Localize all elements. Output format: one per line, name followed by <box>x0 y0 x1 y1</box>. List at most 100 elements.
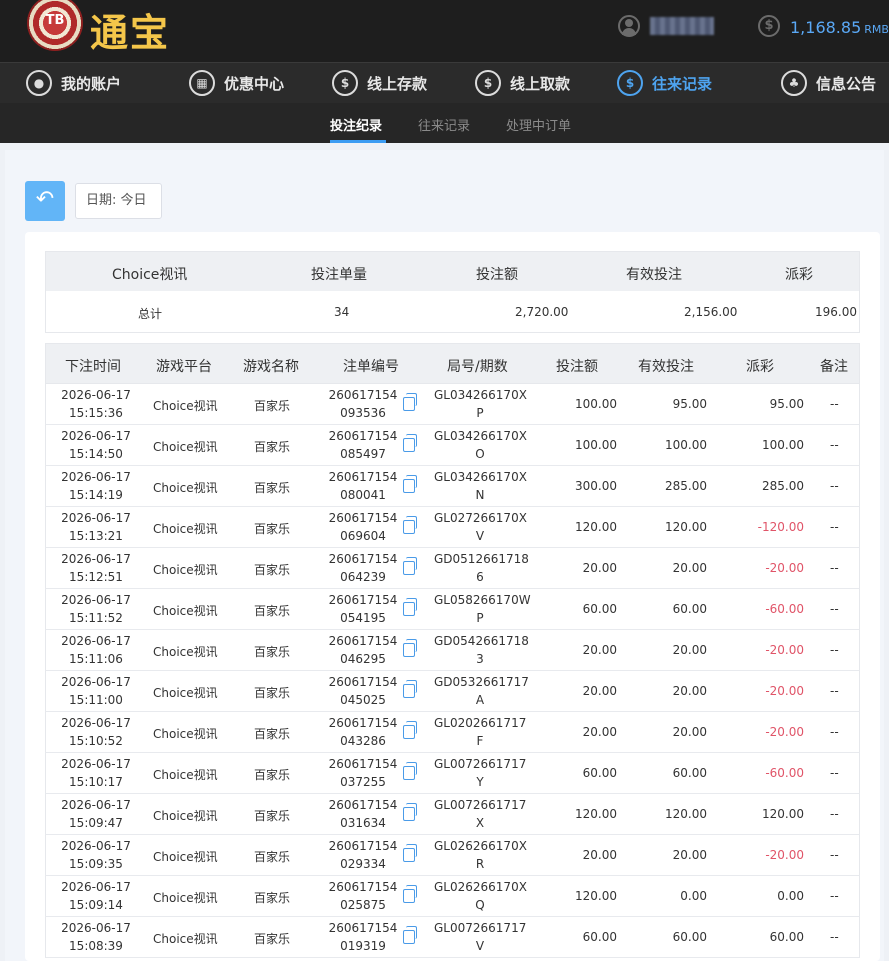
cell-round-line2: P <box>476 611 484 625</box>
cell-valid-bet: 95.00 <box>672 397 707 411</box>
cell-bet-id-line1: 260617154 <box>328 634 398 648</box>
cell-bet-id-line2: 029334 <box>340 857 386 871</box>
cell-date: 2026-06-17 <box>61 593 131 607</box>
cell-date: 2026-06-17 <box>61 839 131 853</box>
cell-round-line1: GD0532661717 <box>434 675 529 689</box>
cell-date: 2026-06-17 <box>61 634 131 648</box>
summary-total-label: 总计 <box>138 307 163 321</box>
cell-bet-amount: 60.00 <box>582 766 617 780</box>
cell-bet-time: 2026-06-17 15:10:52 <box>61 714 131 750</box>
cell-bet-time: 2026-06-17 15:11:52 <box>61 591 131 627</box>
cell-round: GL0072661717 X <box>434 796 526 832</box>
nav-item-my-account[interactable]: ● 我的账户 <box>26 69 121 97</box>
cell-valid-bet: 20.00 <box>672 725 707 739</box>
cell-round: GD0512661718 6 <box>434 550 529 586</box>
table-row: 2026-06-17 15:14:19 Choice视讯 百家乐 260617154 08… <box>45 466 860 507</box>
col-bet-time: 下注时间 <box>65 359 121 375</box>
cell-date: 2026-06-17 <box>61 716 131 730</box>
copy-icon[interactable] <box>403 557 417 575</box>
active-tab-underline <box>330 140 386 143</box>
summary-header: Choice视讯 投注单量 投注额 有效投注 派彩 <box>45 251 860 292</box>
nav-item-records[interactable]: $ 往来记录 <box>617 69 712 97</box>
cell-note: -- <box>830 684 839 698</box>
cell-note: -- <box>830 848 839 862</box>
cell-bet-id-line2: 043286 <box>340 734 386 748</box>
table-row: 2026-06-17 15:14:50 Choice视讯 百家乐 260617154 08… <box>45 425 860 466</box>
cell-bet-amount: 100.00 <box>575 438 617 452</box>
cell-game-name: 百家乐 <box>254 399 291 413</box>
cell-platform: Choice视讯 <box>153 563 218 577</box>
records-icon: $ <box>617 70 643 96</box>
copy-icon[interactable] <box>403 680 417 698</box>
copy-icon[interactable] <box>403 926 417 944</box>
copy-icon[interactable] <box>403 639 417 657</box>
cell-round: GL034266170X P <box>434 386 527 422</box>
copy-icon[interactable] <box>403 803 417 821</box>
cell-platform: Choice视讯 <box>153 768 218 782</box>
cell-bet-id-line1: 260617154 <box>328 757 398 771</box>
cell-platform: Choice视讯 <box>153 686 218 700</box>
cell-bet-id-line2: 080041 <box>340 488 386 502</box>
cell-bet-id: 260617154 064239 <box>328 550 398 586</box>
cell-bet-id-line2: 045025 <box>340 693 386 707</box>
cell-bet-amount: 20.00 <box>582 684 617 698</box>
cell-note: -- <box>830 766 839 780</box>
table-row: 2026-06-17 15:11:52 Choice视讯 百家乐 260617154 05… <box>45 589 860 630</box>
copy-icon[interactable] <box>403 844 417 862</box>
cell-bet-id-line1: 260617154 <box>328 839 398 853</box>
table-row: 2026-06-17 15:08:39 Choice视讯 百家乐 260617154 01… <box>45 917 860 958</box>
nav-label: 优惠中心 <box>224 74 285 93</box>
copy-icon[interactable] <box>403 721 417 739</box>
cell-bet-amount: 60.00 <box>582 930 617 944</box>
cell-round: GL058266170W P <box>434 591 531 627</box>
cell-bet-amount: 100.00 <box>575 397 617 411</box>
copy-icon[interactable] <box>403 516 417 534</box>
cell-valid-bet: 20.00 <box>672 684 707 698</box>
cell-time: 15:11:00 <box>69 693 123 707</box>
nav-item-withdraw[interactable]: $ 线上取款 <box>475 69 570 97</box>
table-row: 2026-06-17 15:13:21 Choice视讯 百家乐 260617154 06… <box>45 507 860 548</box>
cell-game-name: 百家乐 <box>254 809 291 823</box>
cell-platform: Choice视讯 <box>153 932 218 946</box>
cell-date: 2026-06-17 <box>61 675 131 689</box>
logo-chip-icon[interactable]: TB <box>27 0 83 51</box>
logo-chip-text: TB <box>45 13 65 28</box>
table-row: 2026-06-17 15:09:14 Choice视讯 百家乐 260617154 02… <box>45 876 860 917</box>
cell-payout: 285.00 <box>762 479 804 493</box>
cell-payout: -60.00 <box>765 766 804 780</box>
cell-bet-time: 2026-06-17 15:13:21 <box>61 509 131 545</box>
nav-item-announcements[interactable]: ♣ 信息公告 <box>781 69 876 97</box>
date-filter[interactable]: 日期: 今日 <box>75 183 162 219</box>
cell-bet-id: 260617154 085497 <box>328 427 398 463</box>
cell-bet-id-line1: 260617154 <box>328 675 398 689</box>
back-button[interactable]: ↶ <box>25 181 65 221</box>
copy-icon[interactable] <box>403 475 417 493</box>
cell-bet-id-line2: 031634 <box>340 816 386 830</box>
copy-icon[interactable] <box>403 393 417 411</box>
cell-payout: 100.00 <box>762 438 804 452</box>
cell-round-line2: 6 <box>476 570 484 584</box>
cell-round-line1: GL027266170X <box>434 511 527 525</box>
tab-pending-orders[interactable]: 处理中订单 <box>506 115 571 134</box>
cell-game-name: 百家乐 <box>254 481 291 495</box>
username-blurred[interactable] <box>650 17 714 35</box>
tab-transactions[interactable]: 往来记录 <box>418 115 470 134</box>
nav-item-promotions[interactable]: ▦ 优惠中心 <box>189 69 284 97</box>
nav-item-deposit[interactable]: $ 线上存款 <box>332 69 427 97</box>
cell-payout: 60.00 <box>769 930 804 944</box>
cell-payout: 95.00 <box>769 397 804 411</box>
cell-bet-time: 2026-06-17 15:10:17 <box>61 755 131 791</box>
cell-bet-id-line1: 260617154 <box>328 511 398 525</box>
cell-valid-bet: 60.00 <box>672 766 707 780</box>
copy-icon[interactable] <box>403 762 417 780</box>
cell-bet-id: 260617154 031634 <box>328 796 398 832</box>
logo-text[interactable]: 通宝 <box>90 2 170 57</box>
copy-icon[interactable] <box>403 598 417 616</box>
cell-bet-time: 2026-06-17 15:09:35 <box>61 837 131 873</box>
cell-time: 15:14:50 <box>69 447 123 461</box>
copy-icon[interactable] <box>403 434 417 452</box>
tab-bet-records[interactable]: 投注纪录 <box>330 115 382 134</box>
copy-icon[interactable] <box>403 885 417 903</box>
cell-bet-id: 260617154 080041 <box>328 468 398 504</box>
user-icon[interactable] <box>618 15 640 37</box>
